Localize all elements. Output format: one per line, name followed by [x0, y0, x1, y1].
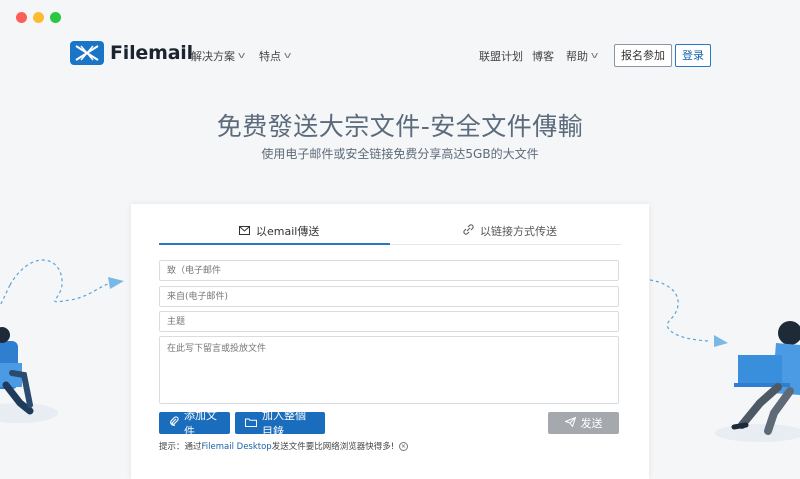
window-titlebar — [0, 0, 800, 34]
tip-suffix: 发送文件要比网络浏览器快得多! — [271, 442, 395, 452]
brand-name: Filemail — [110, 42, 193, 64]
nav-help-menu[interactable]: 帮助 v — [566, 48, 599, 64]
add-files-button[interactable]: 添加文件 — [159, 409, 230, 438]
nav-solutions-menu[interactable]: 解决方案 v — [191, 48, 246, 64]
minimize-window-button[interactable] — [33, 12, 44, 23]
filemail-logo-icon — [70, 41, 104, 65]
chevron-down-icon: v — [237, 51, 246, 61]
send-label: 发送 — [580, 417, 603, 430]
tab-divider — [390, 244, 621, 245]
close-tip-icon[interactable]: × — [398, 442, 408, 451]
tab-link-send[interactable]: 以链接方式传送 — [463, 218, 557, 244]
from-email-field[interactable] — [159, 286, 619, 307]
tab-email-label: 以email傳送 — [256, 225, 320, 238]
nav-features-menu[interactable]: 特点 v — [259, 48, 292, 64]
tab-email-send[interactable]: 以email傳送 — [239, 218, 319, 244]
subject-field[interactable] — [159, 311, 619, 332]
tab-link-label: 以链接方式传送 — [480, 225, 557, 238]
folder-icon — [245, 417, 257, 430]
desktop-app-tip: 提示：通过Filemail Desktop发送文件要比网络浏览器快得多! × — [159, 440, 408, 452]
nav-features-label: 特点 — [259, 50, 281, 63]
tip-prefix: 提示：通过 — [159, 442, 202, 452]
maximize-window-button[interactable] — [50, 12, 61, 23]
paperclip-icon — [169, 416, 179, 430]
nav-help-label: 帮助 — [566, 50, 588, 63]
paper-plane-icon — [563, 416, 576, 430]
add-files-label: 添加文件 — [184, 409, 217, 438]
nav-blog-link[interactable]: 博客 — [532, 48, 554, 64]
to-email-field[interactable] — [159, 260, 619, 281]
signup-button[interactable]: 报名参加 — [614, 44, 672, 67]
close-window-button[interactable] — [16, 12, 27, 23]
chevron-down-icon: v — [283, 51, 292, 61]
add-folder-button[interactable]: 加入整個目錄 — [235, 409, 325, 438]
page-title: 免费發送大宗文件-安全文件傳輸 — [216, 112, 584, 141]
message-field[interactable] — [159, 336, 619, 404]
left-person-illustration — [0, 259, 124, 423]
filemail-desktop-link[interactable]: Filemail Desktop — [202, 442, 272, 452]
active-tab-indicator — [159, 243, 390, 245]
nav-affiliate-link[interactable]: 联盟计划 — [479, 48, 523, 64]
brand-logo[interactable]: Filemail — [70, 41, 193, 65]
top-navigation: Filemail 解决方案 v 特点 v 联盟计划 博客 帮助 v 报名参加 登… — [0, 34, 800, 78]
send-files-card: 以email傳送 以链接方式传送 添加文件 加入整個目錄 发送 提示：通过Fil… — [131, 204, 649, 479]
page-subtitle: 使用电子邮件或安全链接免费分享高达5GB的大文件 — [261, 147, 539, 161]
login-button[interactable]: 登录 — [675, 44, 711, 67]
envelope-icon — [239, 225, 250, 238]
nav-solutions-label: 解决方案 — [191, 50, 235, 63]
send-button[interactable]: 发送 — [548, 412, 619, 434]
chevron-down-icon: v — [590, 51, 599, 61]
add-folder-label: 加入整個目錄 — [262, 409, 306, 438]
link-icon — [463, 224, 474, 238]
right-person-illustration — [650, 279, 800, 442]
